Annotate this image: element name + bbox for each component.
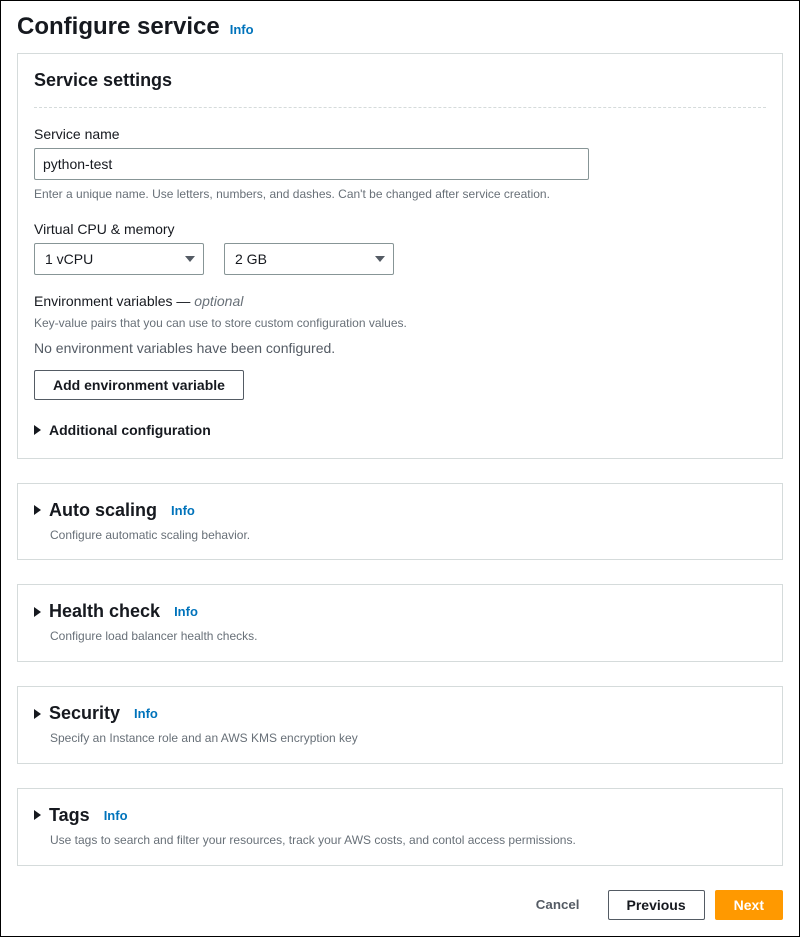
health-check-title: Health check — [49, 601, 160, 622]
health-check-desc: Configure load balancer health checks. — [50, 628, 766, 645]
env-vars-label: Environment variables — optional — [34, 293, 766, 309]
caret-down-icon — [185, 256, 195, 262]
chevron-right-icon — [34, 810, 41, 820]
service-name-input[interactable] — [34, 148, 589, 180]
cpu-memory-label: Virtual CPU & memory — [34, 221, 766, 237]
health-check-info-link[interactable]: Info — [174, 604, 198, 619]
security-title: Security — [49, 703, 120, 724]
footer-actions: Cancel Previous Next — [17, 890, 783, 920]
panel-divider — [34, 107, 766, 108]
add-env-var-button[interactable]: Add environment variable — [34, 370, 244, 400]
tags-panel: Tags Info Use tags to search and filter … — [17, 788, 783, 866]
chevron-right-icon — [34, 709, 41, 719]
chevron-right-icon — [34, 505, 41, 515]
caret-down-icon — [375, 256, 385, 262]
auto-scaling-title: Auto scaling — [49, 500, 157, 521]
env-vars-field: Environment variables — optional Key-val… — [34, 293, 766, 400]
security-desc: Specify an Instance role and an AWS KMS … — [50, 730, 766, 747]
health-check-toggle[interactable]: Health check Info — [34, 601, 766, 622]
auto-scaling-desc: Configure automatic scaling behavior. — [50, 527, 766, 544]
auto-scaling-info-link[interactable]: Info — [171, 503, 195, 518]
page-info-link[interactable]: Info — [230, 22, 254, 37]
env-vars-empty: No environment variables have been confi… — [34, 340, 766, 356]
tags-toggle[interactable]: Tags Info — [34, 805, 766, 826]
memory-select[interactable]: 2 GB — [224, 243, 394, 275]
page-title: Configure service — [17, 13, 220, 41]
tags-info-link[interactable]: Info — [104, 808, 128, 823]
chevron-right-icon — [34, 425, 41, 435]
tags-desc: Use tags to search and filter your resou… — [50, 832, 766, 849]
cpu-memory-field: Virtual CPU & memory 1 vCPU 2 GB — [34, 221, 766, 275]
service-name-field: Service name Enter a unique name. Use le… — [34, 126, 766, 203]
memory-value: 2 GB — [235, 251, 267, 267]
health-check-panel: Health check Info Configure load balance… — [17, 584, 783, 662]
optional-label: optional — [194, 293, 243, 309]
additional-config-label: Additional configuration — [49, 422, 211, 438]
security-toggle[interactable]: Security Info — [34, 703, 766, 724]
security-panel: Security Info Specify an Instance role a… — [17, 686, 783, 764]
previous-button[interactable]: Previous — [608, 890, 705, 920]
service-settings-panel: Service settings Service name Enter a un… — [17, 53, 783, 459]
env-vars-helper: Key-value pairs that you can use to stor… — [34, 315, 766, 332]
service-name-helper: Enter a unique name. Use letters, number… — [34, 186, 766, 203]
additional-config-toggle[interactable]: Additional configuration — [34, 422, 766, 438]
auto-scaling-toggle[interactable]: Auto scaling Info — [34, 500, 766, 521]
service-name-label: Service name — [34, 126, 766, 142]
security-info-link[interactable]: Info — [134, 706, 158, 721]
vcpu-select[interactable]: 1 vCPU — [34, 243, 204, 275]
vcpu-value: 1 vCPU — [45, 251, 93, 267]
service-settings-title: Service settings — [34, 70, 766, 91]
next-button[interactable]: Next — [715, 890, 783, 920]
auto-scaling-panel: Auto scaling Info Configure automatic sc… — [17, 483, 783, 561]
cancel-button[interactable]: Cancel — [518, 891, 598, 918]
page-header: Configure service Info — [17, 13, 783, 41]
chevron-right-icon — [34, 607, 41, 617]
tags-title: Tags — [49, 805, 90, 826]
